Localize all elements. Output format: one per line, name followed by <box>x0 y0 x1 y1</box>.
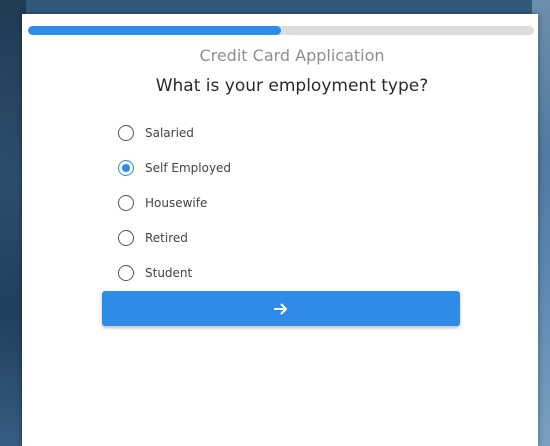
form-title: Credit Card Application <box>199 46 385 65</box>
next-button[interactable] <box>102 291 460 326</box>
option-student[interactable]: Student <box>118 255 231 290</box>
option-label: Retired <box>145 230 188 245</box>
radio-button[interactable] <box>118 229 134 246</box>
question-text: What is your employment type? <box>155 76 429 96</box>
option-label: Housewife <box>145 195 208 210</box>
option-label: Salaried <box>145 125 194 140</box>
option-housewife[interactable]: Housewife <box>118 185 231 220</box>
radio-button[interactable] <box>118 264 134 281</box>
option-label: Student <box>145 265 193 280</box>
arrow-right-icon <box>274 303 287 314</box>
radio-button[interactable] <box>118 159 134 176</box>
radio-selected-dot <box>122 163 130 172</box>
progress-bar <box>28 26 534 35</box>
option-retired[interactable]: Retired <box>118 220 231 255</box>
option-salaried[interactable]: Salaried <box>118 115 231 150</box>
radio-button[interactable] <box>118 194 134 211</box>
application-card: Credit Card Application What is your emp… <box>22 14 538 446</box>
option-self-employed[interactable]: Self Employed <box>118 150 231 185</box>
progress-bar-fill <box>28 26 281 35</box>
employment-type-options: Salaried Self Employed Housewife Retired… <box>118 115 231 290</box>
option-label: Self Employed <box>145 160 232 175</box>
radio-button[interactable] <box>118 124 134 141</box>
